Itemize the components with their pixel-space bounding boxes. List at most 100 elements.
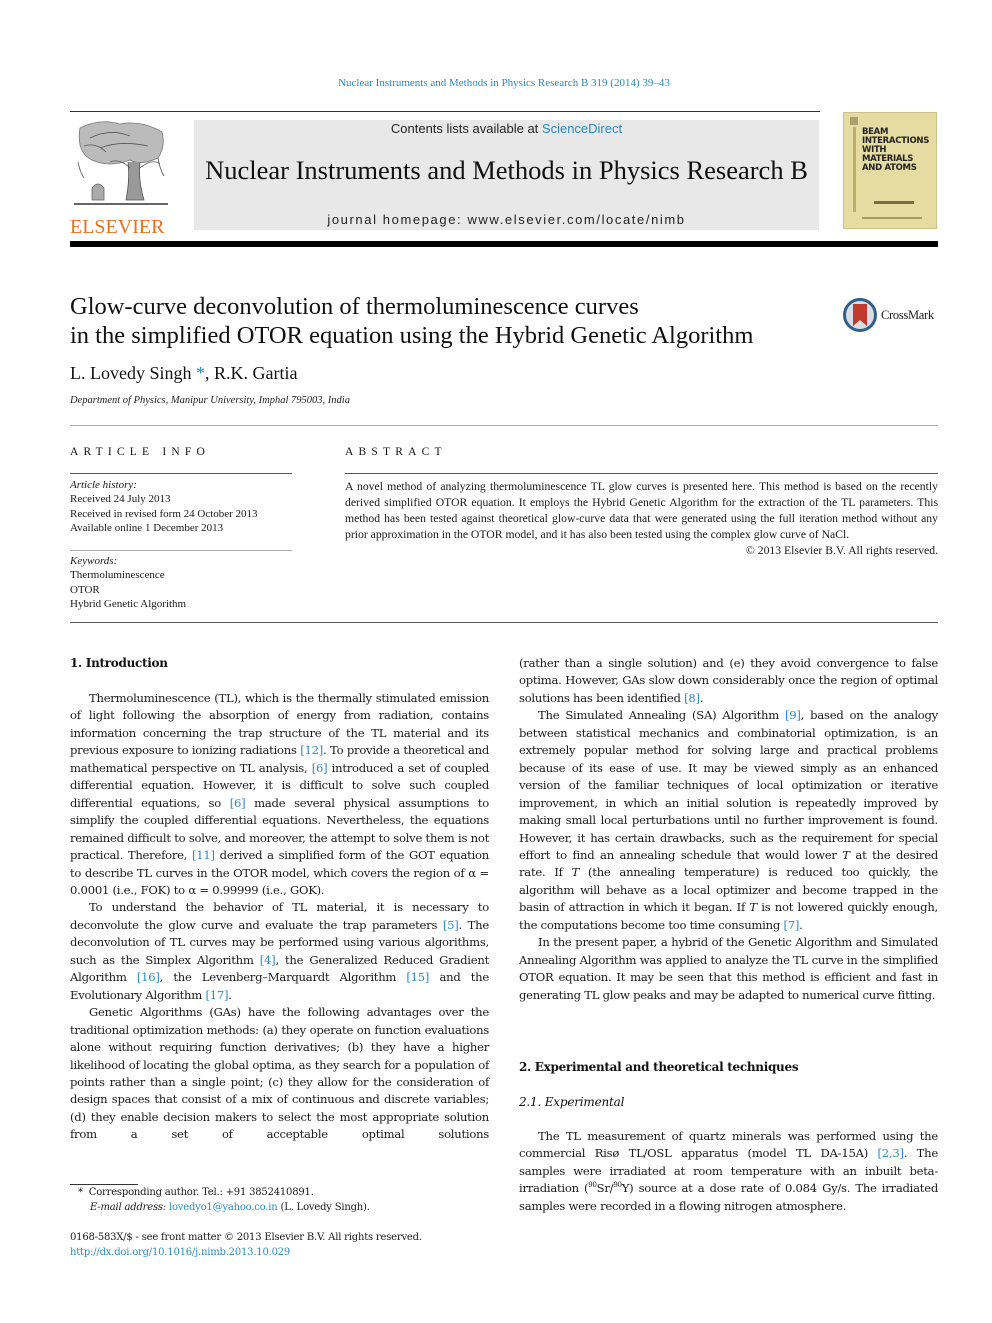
citation-link[interactable]: [15] <box>406 970 429 984</box>
citation-link[interactable]: [9] <box>785 708 801 722</box>
journal-homepage-link[interactable]: journal homepage: www.elsevier.com/locat… <box>194 212 819 227</box>
citation-link[interactable]: [6] <box>312 761 328 775</box>
text-run: . <box>799 917 803 932</box>
elsevier-tree-icon <box>74 121 168 205</box>
superscript: 90 <box>588 1181 597 1190</box>
paragraph: Thermoluminescence (TL), which is the th… <box>70 690 489 899</box>
keyword: OTOR <box>70 583 100 596</box>
abstract: A novel method of analyzing thermolumine… <box>345 479 938 559</box>
citation-link[interactable]: [11] <box>192 848 215 862</box>
citation-link[interactable]: [2,3] <box>878 1146 904 1160</box>
corresponding-author-marker[interactable]: * <box>196 363 205 383</box>
journal-citation-link[interactable]: Nuclear Instruments and Methods in Physi… <box>338 77 670 89</box>
text-run: To understand the behavior of TL materia… <box>70 900 489 932</box>
corresponding-text: Corresponding author. Tel.: +91 38524108… <box>88 1187 314 1198</box>
title-line-1: Glow-curve deconvolution of thermolumine… <box>70 293 639 320</box>
author-list: L. Lovedy Singh *, R.K. Gartia <box>70 363 297 384</box>
left-column: Thermoluminescence (TL), which is the th… <box>70 690 489 1144</box>
paragraph: (rather than a single solution) and (e) … <box>519 655 938 707</box>
citation-link[interactable]: [17] <box>205 988 228 1002</box>
author-separator: , <box>205 363 214 383</box>
article-history: Article history: Received 24 July 2013 R… <box>70 478 292 535</box>
top-rule <box>70 111 820 112</box>
right-column: (rather than a single solution) and (e) … <box>519 655 938 1004</box>
paragraph: To understand the behavior of TL materia… <box>70 899 489 1004</box>
keywords: Keywords: Thermoluminescence OTOR Hybrid… <box>70 554 292 611</box>
doi-link[interactable]: http://dx.doi.org/10.1016/j.nimb.2013.10… <box>70 1247 290 1258</box>
issn-line: 0168-583X/$ - see front matter © 2013 El… <box>70 1232 422 1243</box>
section-heading: 2. Experimental and theoretical techniqu… <box>519 1060 799 1074</box>
journal-cover-image[interactable]: BEAM INTERACTIONS WITH MATERIALS AND ATO… <box>843 112 937 229</box>
text-run: Sr/ <box>596 1181 614 1196</box>
divider <box>70 550 292 551</box>
email-suffix: (L. Lovedy Singh). <box>277 1201 370 1213</box>
footnote-corresponding: * Corresponding author. Tel.: +91 385241… <box>78 1186 498 1215</box>
abstract-copyright: © 2013 Elsevier B.V. All rights reserved… <box>745 544 938 557</box>
text-run: . <box>228 987 232 1002</box>
citation-link[interactable]: [7] <box>783 918 799 932</box>
cover-footer-strip <box>862 217 922 219</box>
text-run: The TL measurement of quartz minerals wa… <box>519 1129 938 1161</box>
text-run: . <box>699 690 704 705</box>
divider <box>345 473 938 474</box>
email-label: E-mail address: <box>90 1201 169 1213</box>
footnote-line: E-mail address: lovedyo1@yahoo.co.in (L.… <box>78 1201 498 1216</box>
history-online: Available online 1 December 2013 <box>70 521 224 534</box>
citation-link[interactable]: [16] <box>137 970 160 984</box>
cover-title: BEAM INTERACTIONS WITH MATERIALS AND ATO… <box>862 128 929 173</box>
citation-link[interactable]: [8] <box>684 691 700 705</box>
abstract-heading: ABSTRACT <box>345 446 447 458</box>
paragraph: The Simulated Annealing (SA) Algorithm [… <box>519 707 938 934</box>
contents-prefix: Contents lists available at <box>390 121 542 136</box>
abstract-text: A novel method of analyzing thermolumine… <box>345 480 938 541</box>
footnote-rule <box>70 1184 138 1185</box>
running-head[interactable]: Nuclear Instruments and Methods in Physi… <box>0 77 992 89</box>
elsevier-logo[interactable]: ELSEVIER <box>70 118 172 238</box>
paragraph: Genetic Algorithms (GAs) have the follow… <box>70 1005 489 1142</box>
cover-editor-strip <box>874 201 914 204</box>
crossmark-label: CrossMark <box>881 308 934 322</box>
divider <box>70 473 292 474</box>
title-line-2: in the simplified OTOR equation using th… <box>70 322 754 349</box>
paragraph: The TL measurement of quartz minerals wa… <box>519 1128 938 1215</box>
sciencedirect-link[interactable]: ScienceDirect <box>542 121 622 136</box>
variable: T <box>571 865 580 880</box>
affiliation: Department of Physics, Manipur Universit… <box>70 395 350 406</box>
citation-link[interactable]: [6] <box>230 796 246 810</box>
right-column-section2: The TL measurement of quartz minerals wa… <box>519 1128 938 1215</box>
keyword: Thermoluminescence <box>70 569 165 582</box>
history-revised: Received in revised form 24 October 2013 <box>70 507 258 520</box>
superscript: 90 <box>613 1181 622 1190</box>
elsevier-wordmark: ELSEVIER <box>70 216 165 238</box>
keywords-label: Keywords: <box>70 555 118 567</box>
text-run: (rather than a single solution) and (e) … <box>519 656 938 705</box>
divider <box>70 622 938 623</box>
citation-link[interactable]: [12] <box>300 743 323 757</box>
footnote-star: * <box>78 1187 83 1198</box>
paragraph: In the present paper, a hybrid of the Ge… <box>519 935 938 1002</box>
footnote-line: * Corresponding author. Tel.: +91 385241… <box>78 1186 498 1201</box>
keyword: Hybrid Genetic Algorithm <box>70 597 187 610</box>
divider <box>70 425 938 426</box>
cover-spine-decoration <box>853 127 856 212</box>
author-name: R.K. Gartia <box>214 363 298 383</box>
author-name: L. Lovedy Singh <box>70 363 192 383</box>
section-heading: 1. Introduction <box>70 656 168 670</box>
article-info-heading: ARTICLE INFO <box>70 446 210 458</box>
article-title: Glow-curve deconvolution of thermolumine… <box>70 292 830 350</box>
contents-line: Contents lists available at ScienceDirec… <box>194 121 819 136</box>
citation-link[interactable]: [5] <box>443 918 459 932</box>
journal-name: Nuclear Instruments and Methods in Physi… <box>205 155 808 185</box>
history-received: Received 24 July 2013 <box>70 493 171 506</box>
history-label: Article history: <box>70 479 137 491</box>
variable: T <box>749 900 757 915</box>
email-link[interactable]: lovedyo1@yahoo.co.in <box>169 1202 278 1213</box>
variable: T <box>842 847 850 862</box>
subsection-heading: 2.1. Experimental <box>519 1095 625 1109</box>
masthead-divider <box>70 241 938 247</box>
cover-title-line: AND ATOMS <box>862 163 917 173</box>
text-run: The Simulated Annealing (SA) Algorithm <box>538 708 786 723</box>
crossmark-button[interactable]: CrossMark <box>843 298 943 332</box>
text-run: , the Levenberg–Marquardt Algorithm <box>159 970 407 985</box>
citation-link[interactable]: [4] <box>260 953 276 967</box>
